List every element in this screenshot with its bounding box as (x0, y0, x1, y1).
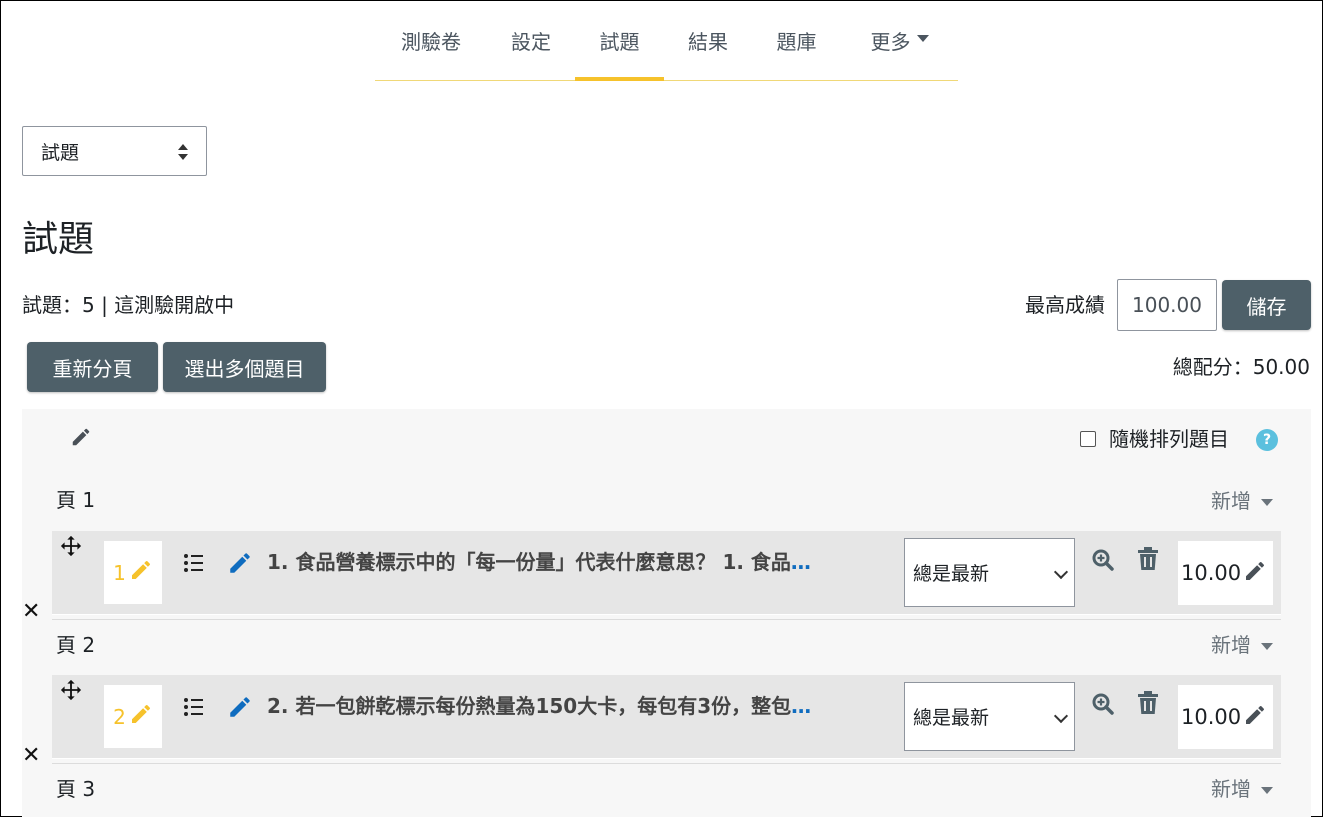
caret-down-icon (1261, 499, 1273, 506)
delete-trash-icon[interactable] (1137, 547, 1159, 575)
tab-question-bank[interactable]: 題庫 (752, 0, 841, 80)
add-menu-link[interactable]: 新增 (1211, 630, 1273, 660)
edit-section-pencil-icon[interactable] (70, 426, 92, 452)
preview-zoom-icon[interactable] (1091, 692, 1115, 720)
caret-down-icon (1261, 643, 1273, 650)
divider (52, 619, 1281, 620)
question-link[interactable]: 1. 食品營養標示中的「每一份量」代表什麼意思？ 1. 食品… (267, 545, 903, 579)
page-label: 頁 2 (56, 633, 96, 657)
edit-number-pencil-icon[interactable] (129, 702, 153, 731)
delete-trash-icon[interactable] (1137, 691, 1159, 719)
question-mark: 10.00 (1178, 685, 1273, 749)
shuffle-checkbox[interactable] (1080, 431, 1096, 447)
tab-more[interactable]: 更多 (841, 0, 958, 80)
tab-settings[interactable]: 設定 (487, 0, 575, 80)
page-label: 頁 3 (56, 777, 96, 801)
preview-zoom-icon[interactable] (1091, 548, 1115, 576)
edit-mark-pencil-icon[interactable] (1243, 559, 1267, 588)
total-marks: 總配分：50.00 (1172, 355, 1310, 379)
quiz-info: 試題：5 | 這測驗開啟中 (22, 293, 235, 317)
version-select[interactable]: 總是最新 (904, 538, 1075, 607)
caret-down-icon (916, 34, 929, 42)
repaginate-button[interactable]: 重新分頁 (27, 342, 158, 392)
question-number-box: 1 (104, 541, 162, 604)
tertiary-nav-select[interactable]: 試題 (22, 126, 207, 176)
help-icon[interactable]: ? (1256, 429, 1278, 451)
question-slot: 1 1. 食品營養標示中的「每一份量」代表什麼意思？ 1. 食品… 總是最新 1… (52, 531, 1281, 615)
edit-question-pencil-icon[interactable] (227, 694, 253, 724)
version-select[interactable]: 總是最新 (904, 682, 1075, 751)
question-mark: 10.00 (1178, 541, 1273, 605)
chevron-down-icon (1053, 708, 1069, 724)
save-button[interactable]: 儲存 (1222, 280, 1311, 330)
shuffle-label: 隨機排列題目 (1109, 427, 1229, 451)
edit-question-pencil-icon[interactable] (227, 550, 253, 580)
select-multiple-button[interactable]: 選出多個題目 (163, 342, 326, 392)
question-number-box: 2 (104, 685, 162, 748)
add-menu-link[interactable]: 新增 (1211, 774, 1273, 804)
move-icon[interactable] (60, 535, 82, 561)
tab-results[interactable]: 結果 (664, 0, 752, 80)
max-grade-input[interactable] (1117, 279, 1217, 331)
page-label: 頁 1 (56, 488, 96, 512)
move-icon[interactable] (60, 679, 82, 705)
question-link[interactable]: 2. 若一包餅乾標示每份熱量為150大卡，每包有3份，整包… (267, 689, 903, 723)
sort-arrows-icon (178, 144, 188, 160)
divider (52, 763, 1281, 764)
remove-page-break-icon[interactable]: ✕ (22, 743, 40, 768)
edit-number-pencil-icon[interactable] (129, 558, 153, 587)
max-grade-label: 最高成績 (1025, 293, 1105, 317)
add-menu-link[interactable]: 新增 (1211, 486, 1273, 516)
tab-questions[interactable]: 試題 (575, 0, 664, 81)
edit-mark-pencil-icon[interactable] (1243, 703, 1267, 732)
caret-down-icon (1261, 787, 1273, 794)
page-title: 試題 (22, 219, 95, 260)
chevron-down-icon (1053, 564, 1069, 580)
question-slot: 2 2. 若一包餅乾標示每份熱量為150大卡，每包有3份，整包… 總是最新 10… (52, 675, 1281, 759)
tab-quiz[interactable]: 測驗卷 (375, 0, 487, 80)
question-type-icon (183, 553, 205, 577)
secondary-navigation: 測驗卷 設定 試題 結果 題庫 更多 (375, 0, 958, 81)
remove-page-break-icon[interactable]: ✕ (22, 599, 40, 624)
question-type-icon (183, 697, 205, 721)
